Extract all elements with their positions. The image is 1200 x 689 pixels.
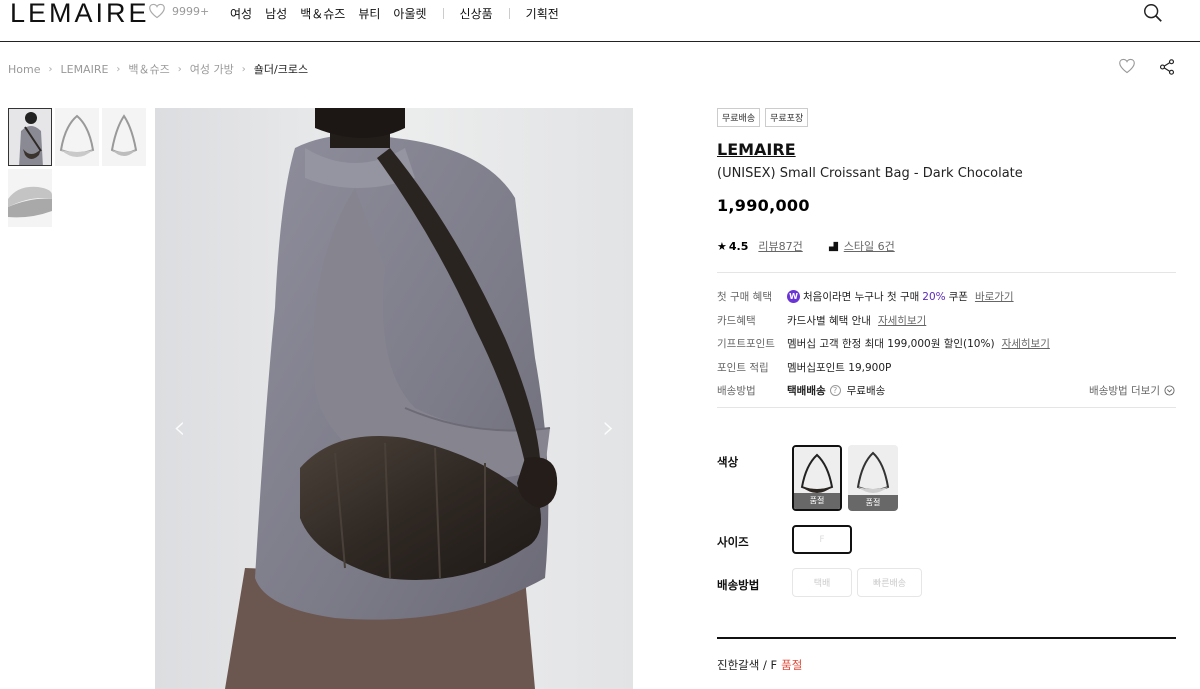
divider [717,272,1176,273]
soldout-label: 품절 [794,493,840,509]
w-badge-icon: W [787,290,800,304]
main-nav: 여성 남성 백＆슈즈 뷰티 아울렛 신상품 기획전 [230,5,572,22]
delivery-option-parcel[interactable]: 택배 [792,568,852,597]
next-image-arrow[interactable]: › [602,408,615,446]
benefit-label: 배송방법 [717,385,756,398]
chevron-right-icon: › [48,63,53,75]
breadcrumb: Home › LEMAIRE › 백＆슈즈 › 여성 가방 › 숄더/크로스 [8,61,308,77]
breadcrumb-brand[interactable]: LEMAIRE [60,63,108,76]
nav-outlet[interactable]: 아울렛 [393,5,426,22]
product-info: 무료배송 무료포장 LEMAIRE (UNISEX) Small Croissa… [717,108,1177,408]
benefit-first-purchase: 첫 구매 혜택 W 처음이라면 누구나 첫 구매 20% 쿠폰 바로가기 [717,285,1177,309]
summary-divider [717,637,1176,639]
nav-men[interactable]: 남성 [265,5,287,22]
gift-detail-link[interactable]: 자세히보기 [1002,336,1050,351]
coupon-word: 쿠폰 [948,291,968,304]
chevron-down-circle-icon [1164,385,1175,396]
thumbnail-detail[interactable] [8,169,52,227]
style-link-wrap[interactable]: 스타일 6건 [828,238,895,254]
shipping-method: 택배배송 [787,385,826,398]
benefit-label: 기프트포인트 [717,338,775,351]
benefit-label: 카드혜택 [717,314,756,327]
thumbnail-front[interactable] [55,108,99,166]
selected-option-summary: 진한갈색 / F 품절 [717,657,802,673]
heart-icon[interactable] [148,3,166,19]
chevron-right-icon: › [241,63,246,75]
styles-link[interactable]: 스타일 6건 [844,238,895,254]
benefit-label: 포인트 적립 [717,361,769,374]
shipping-free: 무료배송 [846,385,886,398]
benefit-text: 처음이라면 누구나 첫 구매 [803,291,920,304]
benefit-label: 첫 구매 혜택 [717,291,772,304]
size-label: 사이즈 [717,535,749,549]
size-option-f[interactable]: F [792,525,852,554]
product-name: (UNISEX) Small Croissant Bag - Dark Choc… [717,166,1023,181]
nav-new[interactable]: 신상품 [460,5,493,22]
breadcrumb-subcategory[interactable]: 여성 가방 [190,61,234,77]
nav-divider [442,8,444,19]
card-detail-link[interactable]: 자세히보기 [878,313,926,328]
share-icon[interactable] [1158,58,1176,76]
delivery-label: 배송방법 [717,578,760,592]
nav-exhibition[interactable]: 기획전 [526,5,559,22]
wishlist-heart-icon[interactable] [1118,58,1136,74]
selected-option-text: 진한갈색 / F [717,658,778,672]
breadcrumb-current[interactable]: 숄더/크로스 [254,61,308,77]
benefit-card: 카드혜택 카드사별 혜택 안내 자세히보기 [717,309,1177,333]
first-purchase-link[interactable]: 바로가기 [975,289,1014,304]
soldout-label: 품절 [848,495,898,511]
tag-free-shipping: 무료배송 [717,108,761,127]
breadcrumb-home[interactable]: Home [8,63,40,76]
brand-like[interactable]: 9999+ [148,3,209,19]
benefits-list: 첫 구매 혜택 W 처음이라면 누구나 첫 구매 20% 쿠폰 바로가기 카드혜… [717,285,1177,403]
color-label: 색상 [717,455,739,469]
product-brand[interactable]: LEMAIRE [717,140,1177,159]
search-icon[interactable] [1142,2,1164,24]
benefit-text: 카드사별 혜택 안내 [787,314,871,327]
coupon-percent: 20% [922,290,946,303]
delivery-option-fast[interactable]: 빠른배송 [857,568,922,597]
style-icon [828,241,838,251]
help-icon[interactable]: ? [829,385,841,397]
tag-free-wrapping: 무료포장 [765,108,809,127]
main-product-image[interactable]: ‹ › [155,108,633,689]
thumbnail-model[interactable] [8,108,52,166]
benefit-text: 멤버십 고객 한정 최대 199,000원 할인(10%) [787,338,995,351]
chevron-right-icon: › [177,63,182,75]
rating-row: ★ 4.5 리뷰87건 스타일 6건 [717,238,1177,254]
thumbnail-side[interactable] [102,108,146,166]
like-count: 9999+ [172,4,210,18]
rating-score: 4.5 [728,239,749,253]
prev-image-arrow[interactable]: ‹ [173,408,186,446]
benefit-shipping: 배송방법 택배배송 ? 무료배송 배송방법 더보기 [717,379,1177,403]
reviews-link[interactable]: 리뷰87건 [758,238,802,254]
product-tags: 무료배송 무료포장 [717,108,1177,127]
nav-beauty[interactable]: 뷰티 [358,5,380,22]
selected-option-status: 품절 [781,658,803,672]
more-shipping-button[interactable]: 배송방법 더보기 [1089,383,1175,398]
product-actions [1118,58,1176,76]
nav-women[interactable]: 여성 [230,5,252,22]
divider [717,406,1176,408]
product-price: 1,990,000 [717,196,810,215]
more-shipping-label: 배송방법 더보기 [1089,385,1160,398]
breadcrumb-category[interactable]: 백＆슈즈 [128,61,169,77]
color-swatch-dark-chocolate[interactable]: 품절 [792,445,842,511]
benefit-text: 멤버십포인트 19,900P [787,361,892,374]
star-icon: ★ [717,239,727,253]
chevron-right-icon: › [116,63,121,75]
benefit-points: 포인트 적립 멤버십포인트 19,900P [717,356,1177,380]
color-swatch-alt[interactable]: 품절 [848,445,898,511]
brand-logo[interactable]: LEMAIRE [10,0,150,29]
header: LEMAIRE 9999+ 여성 남성 백＆슈즈 뷰티 아울렛 신상품 기획전 [0,0,1200,42]
nav-bags-shoes[interactable]: 백＆슈즈 [300,5,345,22]
nav-divider [508,8,510,19]
benefit-gift-point: 기프트포인트 멤버십 고객 한정 최대 199,000원 할인(10%) 자세히… [717,332,1177,356]
